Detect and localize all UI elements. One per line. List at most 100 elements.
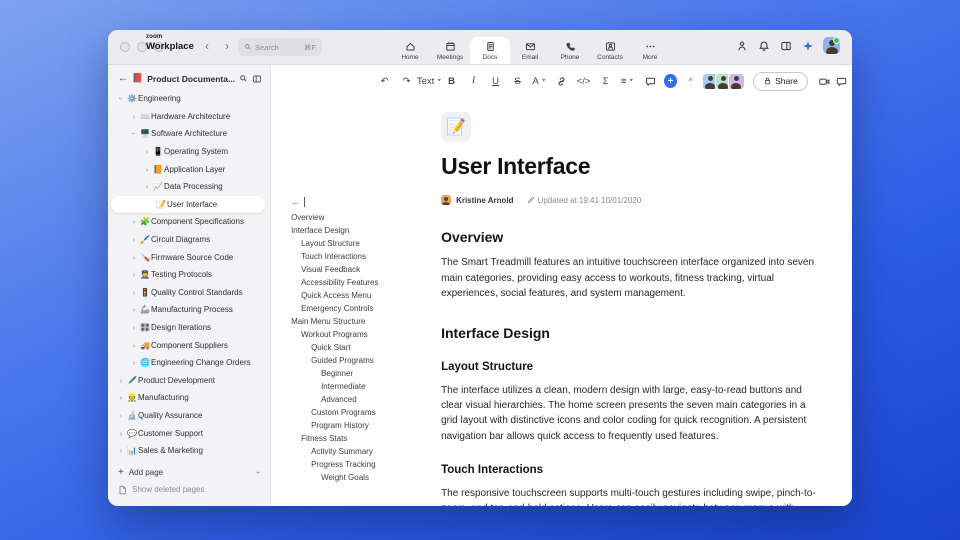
chevron-right-icon[interactable]: › [129, 323, 139, 332]
outline-item-beginner[interactable]: Beginner [291, 367, 439, 380]
sidebar-item-data-processing[interactable]: › 📈 Data Processing [108, 178, 270, 196]
collapse-button[interactable]: ^ [680, 73, 701, 90]
chevron-right-icon[interactable]: › [142, 182, 152, 191]
outline-item-quick-access-menu[interactable]: Quick Access Menu [291, 289, 439, 302]
user-avatar[interactable] [823, 37, 840, 54]
sidebar-item-software-architecture[interactable]: › 🖥️ Software Architecture [108, 125, 270, 143]
italic-button[interactable]: I [463, 73, 484, 90]
outline-item-quick-start[interactable]: Quick Start [291, 341, 439, 354]
outline-item-activity-summary[interactable]: Activity Summary [291, 445, 439, 458]
chevron-right-icon[interactable]: › [116, 411, 126, 420]
forward-button[interactable]: › [220, 38, 234, 54]
sidebar-item-component-suppliers[interactable]: › 🚚 Component Suppliers [108, 336, 270, 354]
sidebar-item-manufacturing-process[interactable]: › 🦾 Manufacturing Process [108, 301, 270, 319]
outline-item-emergency-controls[interactable]: Emergency Controls [291, 302, 439, 315]
close-button[interactable] [120, 42, 130, 52]
sidebar-item-user-interface[interactable]: 📝 User Interface [111, 195, 266, 214]
outline-item-fitness-stats[interactable]: Fitness Stats [291, 432, 439, 445]
document-emoji-icon[interactable]: 📝 [441, 112, 472, 142]
outline-item-touch-interactions[interactable]: Touch Interactions [291, 250, 439, 263]
outline-item-interface-design[interactable]: Interface Design [291, 224, 439, 237]
back-button[interactable]: ‹ [200, 38, 214, 54]
chevron-right-icon[interactable]: › [142, 165, 152, 174]
chevron-down-icon[interactable]: › [117, 94, 126, 104]
global-search[interactable]: Search ⌘F [238, 38, 322, 56]
sidebar-item-engineering[interactable]: › ⚙️ Engineering [108, 90, 270, 108]
outline-item-workout-programs[interactable]: Workout Programs [291, 328, 439, 341]
tab-meetings[interactable]: Meetings [430, 37, 470, 64]
code-button[interactable]: </> [573, 73, 594, 90]
sidebar-panel-icon[interactable] [252, 74, 262, 84]
outline-item-intermediate[interactable]: Intermediate [291, 380, 439, 393]
tab-home[interactable]: Home [390, 37, 430, 64]
sidebar-item-quality-control-standards[interactable]: › 🚦 Quality Control Standards [108, 284, 270, 302]
side-panel-icon[interactable] [779, 39, 793, 53]
sidebar-item-circuit-diagrams[interactable]: › 🖌️ Circuit Diagrams [108, 231, 270, 249]
link-button[interactable] [551, 73, 572, 90]
outline-item-accessibility-features[interactable]: Accessibility Features [291, 276, 439, 289]
ai-add-button[interactable]: + [664, 74, 678, 88]
collapse-outline-icon[interactable]: ← [291, 197, 306, 207]
sidebar-item-application-layer[interactable]: › 📙 Application Layer [108, 160, 270, 178]
chevron-down-icon[interactable]: › [130, 129, 139, 139]
text-color-button[interactable]: A ▼ [529, 73, 550, 90]
chevron-right-icon[interactable]: › [129, 253, 139, 262]
sidebar-item-firmware-source-code[interactable]: › 🪛 Firmware Source Code [108, 248, 270, 266]
sidebar-item-sales-marketing[interactable]: › 📊 Sales & Marketing [108, 442, 270, 460]
outline-item-main-menu-structure[interactable]: Main Menu Structure [291, 315, 439, 328]
strikethrough-button[interactable]: S [507, 73, 528, 90]
tab-contacts[interactable]: Contacts [590, 37, 630, 64]
ai-companion-sparkle-icon[interactable] [801, 39, 815, 53]
text-style-button[interactable]: Text ▼ [417, 73, 442, 90]
chevron-right-icon[interactable]: › [129, 270, 139, 279]
sidebar-item-component-specifications[interactable]: › 🧩 Component Specifications [108, 213, 270, 231]
add-page-button[interactable]: + Add page › [108, 464, 270, 481]
sidebar-search-icon[interactable] [239, 74, 248, 83]
outline-item-program-history[interactable]: Program History [291, 419, 439, 432]
formula-button[interactable]: Σ [595, 73, 616, 90]
sidebar-item-product-development[interactable]: › 🖊️ Product Development [108, 372, 270, 390]
start-meeting-camera-icon[interactable] [818, 73, 831, 89]
profile-icon[interactable] [735, 39, 749, 53]
sidebar-item-engineering-change-orders[interactable]: › 🌐 Engineering Change Orders [108, 354, 270, 372]
undo-button[interactable]: ↶ [374, 73, 395, 90]
chevron-right-icon[interactable]: › [129, 217, 139, 226]
tab-more[interactable]: More [630, 37, 670, 64]
outline-item-layout-structure[interactable]: Layout Structure [291, 237, 439, 250]
sidebar-item-quality-assurance[interactable]: › 🔬 Quality Assurance [108, 407, 270, 425]
sidebar-item-hardware-architecture[interactable]: › ⌨️ Hardware Architecture [108, 108, 270, 126]
outline-item-visual-feedback[interactable]: Visual Feedback [291, 263, 439, 276]
chevron-right-icon[interactable]: › [129, 288, 139, 297]
outline-item-guided-programs[interactable]: Guided Programs [291, 354, 439, 367]
show-deleted-pages-button[interactable]: Show deleted pages [108, 481, 270, 498]
list-button[interactable]: ≡ ▼ [617, 73, 638, 90]
chevron-right-icon[interactable]: › [142, 147, 152, 156]
chevron-right-icon[interactable]: › [129, 305, 139, 314]
document-title[interactable]: User Interface [441, 153, 823, 180]
tab-docs[interactable]: Docs [470, 37, 510, 64]
sidebar-item-operating-system[interactable]: › 📱 Operating System [108, 143, 270, 161]
chevron-right-icon[interactable]: › [129, 235, 139, 244]
tab-email[interactable]: Email [510, 37, 550, 64]
collaborator-avatar[interactable] [728, 72, 746, 90]
back-arrow-icon[interactable]: ← [118, 73, 128, 84]
notifications-bell-icon[interactable] [757, 39, 771, 53]
chevron-right-icon[interactable]: › [116, 376, 126, 385]
chevron-right-icon[interactable]: › [129, 358, 139, 367]
redo-button[interactable]: ↷ [396, 73, 417, 90]
sidebar-item-manufacturing[interactable]: › 👷 Manufacturing [108, 389, 270, 407]
sidebar-item-customer-support[interactable]: › 💬 Customer Support [108, 424, 270, 442]
underline-button[interactable]: U [485, 73, 506, 90]
chevron-right-icon[interactable]: › [129, 341, 139, 350]
chat-icon[interactable] [836, 73, 847, 89]
outline-item-overview[interactable]: Overview [291, 211, 439, 224]
chevron-right-icon[interactable]: › [116, 393, 126, 402]
bold-button[interactable]: B [441, 73, 462, 90]
sidebar-item-design-iterations[interactable]: › 🎛️ Design Iterations [108, 319, 270, 337]
share-button[interactable]: Share [753, 71, 808, 91]
chevron-right-icon[interactable]: › [116, 429, 126, 438]
outline-item-weight-goals[interactable]: Weight Goals [291, 471, 439, 484]
outline-item-progress-tracking[interactable]: Progress Tracking [291, 458, 439, 471]
outline-item-custom-programs[interactable]: Custom Programs [291, 406, 439, 419]
sidebar-item-testing-protocols[interactable]: › 👮 Testing Protocols [108, 266, 270, 284]
